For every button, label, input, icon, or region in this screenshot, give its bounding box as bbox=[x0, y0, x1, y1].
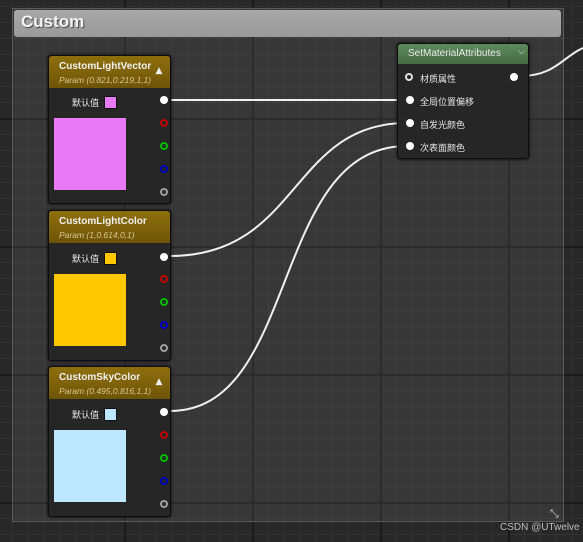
resize-grip-icon[interactable]: ⤡ bbox=[550, 508, 562, 520]
default-value-swatch[interactable] bbox=[104, 96, 117, 109]
input-label: 材质属性 bbox=[420, 75, 457, 85]
input-label: 全局位置偏移 bbox=[420, 98, 475, 108]
param-name: CustomLightVector bbox=[59, 61, 152, 72]
param-name: CustomLightColor bbox=[59, 216, 147, 227]
sma-title: SetMaterialAttributes bbox=[408, 48, 501, 59]
input-pin-subsurface-color[interactable] bbox=[406, 142, 414, 150]
param-node-custom-sky-color[interactable]: CustomSkyColor Param (0.495,0.816,1,1) ▲… bbox=[48, 366, 171, 517]
output-pin-g[interactable] bbox=[160, 298, 168, 306]
param-subtitle: Param (0.495,0.816,1,1) bbox=[59, 386, 152, 396]
color-preview bbox=[54, 430, 126, 502]
param-subtitle: Param (0.821,0.219,1,1) bbox=[59, 75, 152, 85]
chevron-down-icon[interactable]: ⌵ bbox=[518, 47, 525, 57]
param-node-header[interactable]: CustomLightColor Param (1,0.614,0,1) bbox=[49, 211, 170, 243]
param-node-header[interactable]: CustomLightVector Param (0.821,0.219,1,1… bbox=[49, 56, 170, 88]
output-pin-rgba[interactable] bbox=[160, 253, 168, 261]
sma-header[interactable]: SetMaterialAttributes ⌵ bbox=[398, 44, 528, 64]
output-pin-b[interactable] bbox=[160, 321, 168, 329]
output-pin-r[interactable] bbox=[160, 119, 168, 127]
input-label: 次表面颜色 bbox=[420, 144, 466, 154]
default-value-label: 默认值 bbox=[72, 411, 100, 421]
chevron-up-icon[interactable]: ▲ bbox=[152, 375, 166, 389]
watermark: CSDN @UTwelve bbox=[500, 522, 580, 533]
comment-header[interactable]: Custom bbox=[14, 10, 561, 37]
param-node-custom-light-color[interactable]: CustomLightColor Param (1,0.614,0,1) 默认值 bbox=[48, 210, 171, 361]
input-pin-material-attributes[interactable] bbox=[405, 73, 413, 81]
default-value-swatch[interactable] bbox=[104, 408, 117, 421]
output-pin-r[interactable] bbox=[160, 431, 168, 439]
input-pin-world-position-offset[interactable] bbox=[406, 96, 414, 104]
output-pin-g[interactable] bbox=[160, 142, 168, 150]
default-value-swatch[interactable] bbox=[104, 252, 117, 265]
output-pin-g[interactable] bbox=[160, 454, 168, 462]
param-node-header[interactable]: CustomSkyColor Param (0.495,0.816,1,1) ▲ bbox=[49, 367, 170, 399]
default-value-label: 默认值 bbox=[72, 255, 100, 265]
input-label: 自发光颜色 bbox=[420, 121, 466, 131]
output-pin-a[interactable] bbox=[160, 500, 168, 508]
output-pin-b[interactable] bbox=[160, 477, 168, 485]
comment-title: Custom bbox=[21, 12, 85, 31]
param-name: CustomSkyColor bbox=[59, 372, 141, 383]
output-pin-a[interactable] bbox=[160, 344, 168, 352]
color-preview bbox=[54, 274, 126, 346]
chevron-up-icon[interactable]: ▲ bbox=[152, 64, 166, 78]
output-pin-material-attributes[interactable] bbox=[510, 73, 518, 81]
input-pin-emissive-color[interactable] bbox=[406, 119, 414, 127]
output-pin-a[interactable] bbox=[160, 188, 168, 196]
param-subtitle: Param (1,0.614,0,1) bbox=[59, 230, 135, 240]
output-pin-r[interactable] bbox=[160, 275, 168, 283]
output-pin-rgba[interactable] bbox=[160, 408, 168, 416]
color-preview bbox=[54, 118, 126, 190]
default-value-label: 默认值 bbox=[72, 99, 100, 109]
output-pin-b[interactable] bbox=[160, 165, 168, 173]
param-node-custom-light-vector[interactable]: CustomLightVector Param (0.821,0.219,1,1… bbox=[48, 55, 171, 204]
set-material-attributes-node[interactable]: SetMaterialAttributes ⌵ 材质属性 全局位置偏移 自发光颜… bbox=[397, 43, 529, 159]
output-pin-rgba[interactable] bbox=[160, 96, 168, 104]
